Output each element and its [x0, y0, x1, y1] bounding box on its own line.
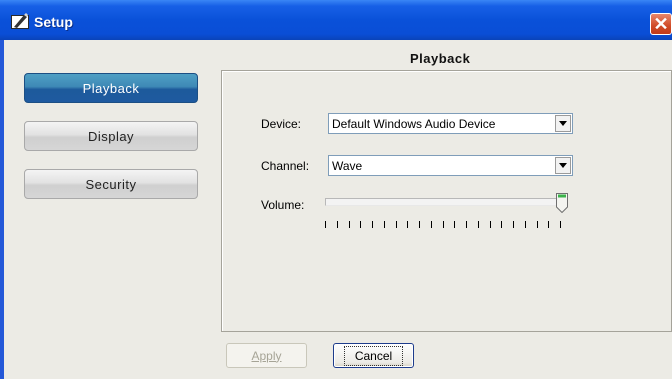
cancel-button-label: Cancel: [343, 345, 404, 366]
sidebar-item-label: Playback: [82, 80, 140, 96]
channel-select-value: Wave: [332, 159, 363, 173]
volume-tick: [548, 221, 550, 228]
volume-tick: [513, 221, 514, 228]
volume-tick: [524, 221, 526, 228]
volume-label: Volume:: [261, 198, 305, 212]
close-icon: ✕: [653, 13, 669, 34]
window-title: Setup: [34, 14, 73, 30]
volume-slider-thumb[interactable]: [556, 193, 568, 213]
setup-pencil-icon: [11, 13, 29, 29]
volume-tick: [466, 221, 467, 228]
volume-tick: [325, 221, 326, 228]
volume-tick: [383, 221, 385, 228]
volume-slider-track[interactable]: [325, 198, 561, 206]
sidebar-item-playback[interactable]: Playback: [24, 73, 198, 103]
volume-tick: [442, 221, 444, 228]
device-select[interactable]: Default Windows Audio Device: [328, 113, 573, 134]
volume-tick: [336, 221, 338, 228]
volume-tick: [489, 221, 491, 228]
sidebar-item-security[interactable]: Security: [24, 169, 198, 199]
title-bar[interactable]: Setup ✕: [0, 0, 672, 40]
volume-tick: [407, 221, 409, 228]
volume-tick: [395, 221, 397, 228]
channel-select[interactable]: Wave: [328, 155, 573, 176]
section-title: Playback: [410, 51, 471, 66]
volume-tick: [454, 221, 456, 228]
volume-tick: [477, 221, 479, 228]
sidebar-item-label: Display: [87, 128, 135, 144]
sidebar-item-display[interactable]: Display: [24, 121, 198, 151]
cancel-button[interactable]: Cancel: [333, 343, 414, 368]
volume-tick: [360, 221, 362, 228]
volume-tick: [419, 221, 420, 228]
close-button[interactable]: ✕: [650, 13, 672, 35]
apply-button-label: Apply: [251, 348, 282, 363]
sidebar-item-label: Security: [85, 176, 137, 192]
dialog-body: Playback Display Security Playback Devic…: [4, 40, 672, 379]
volume-tick: [372, 221, 373, 228]
device-select-value: Default Windows Audio Device: [332, 117, 496, 131]
chevron-down-icon[interactable]: [555, 157, 571, 174]
volume-tick: [501, 221, 503, 228]
volume-tick: [430, 221, 432, 228]
channel-label: Channel:: [261, 159, 310, 173]
volume-tick: [348, 221, 350, 228]
chevron-down-icon[interactable]: [555, 115, 571, 132]
volume-tick: [536, 221, 538, 228]
device-label: Device:: [261, 117, 302, 131]
volume-tick: [560, 221, 561, 228]
apply-button[interactable]: Apply: [226, 343, 307, 368]
setup-window: Setup ✕ Playback Display Security Playba…: [0, 0, 672, 379]
